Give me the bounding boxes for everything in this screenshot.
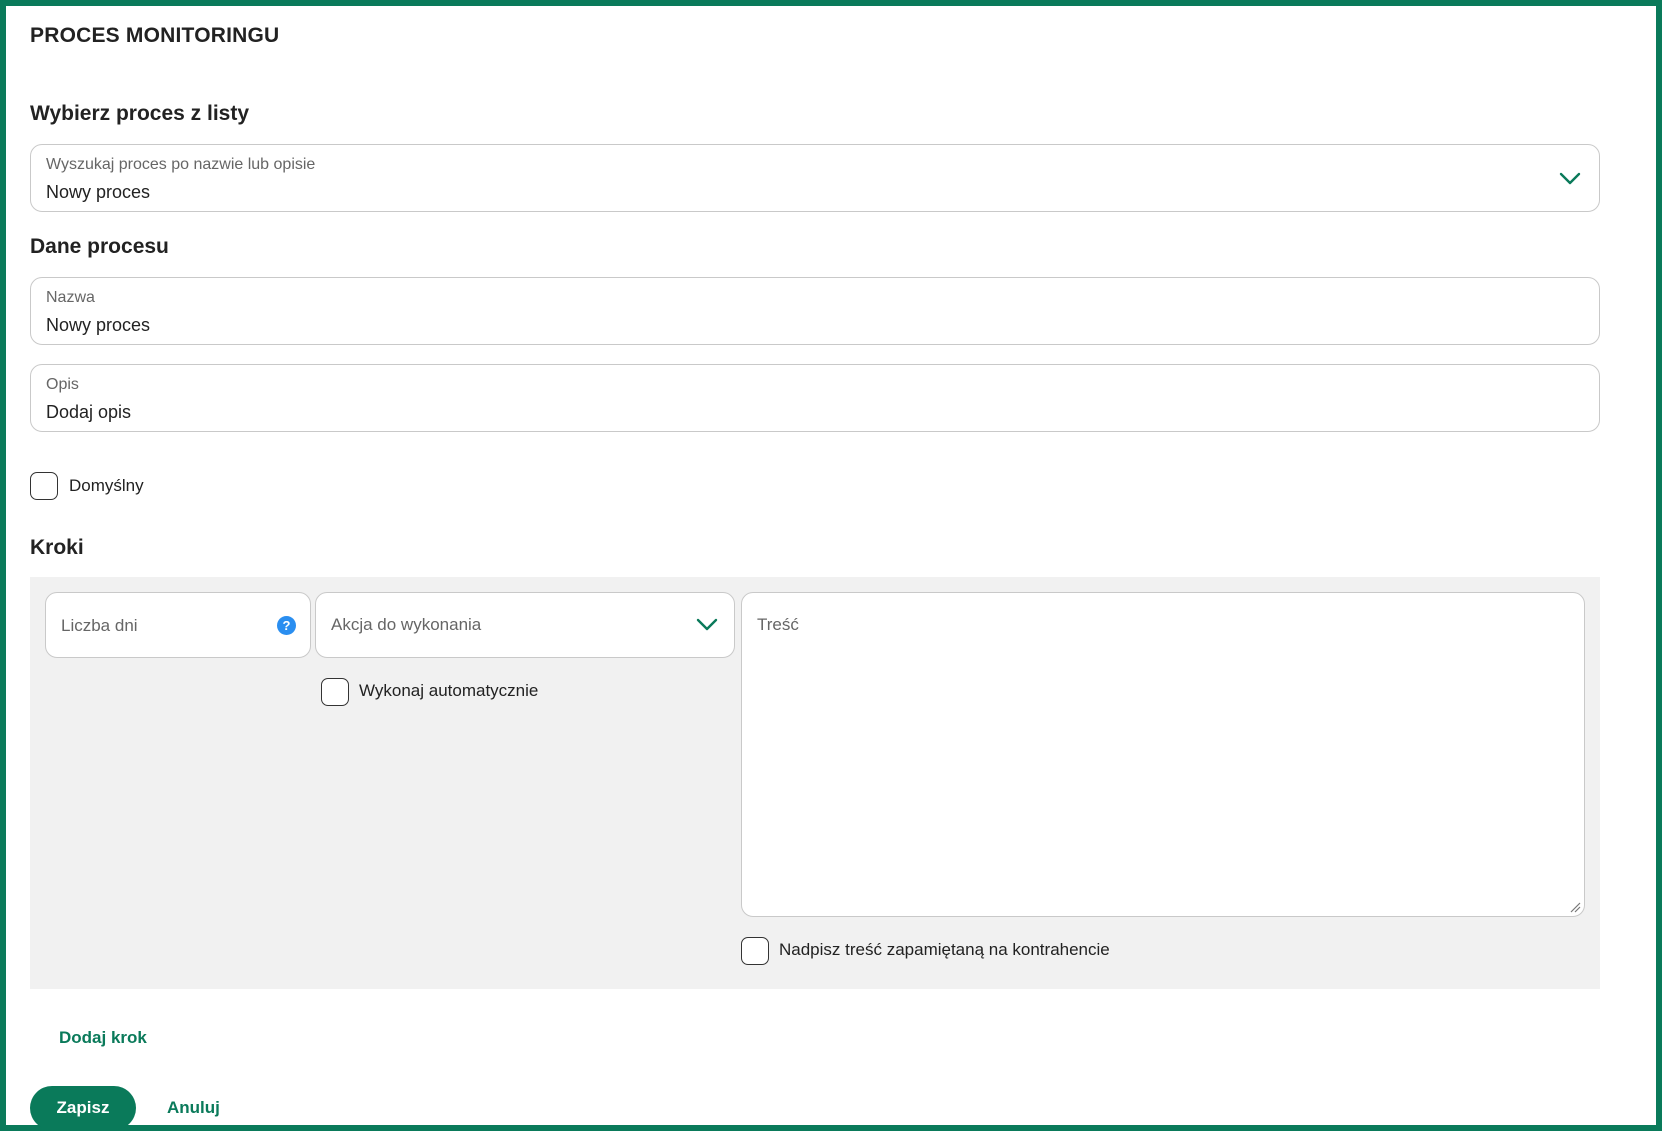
select-process-heading: Wybierz proces z listy <box>30 102 250 125</box>
process-name-field[interactable]: Nazwa Nowy proces <box>30 277 1600 345</box>
steps-panel: Liczba dni ? Akcja do wykonania Wykonaj … <box>30 577 1600 989</box>
auto-execute-label: Wykonaj automatycznie <box>359 681 539 700</box>
process-search-label: Wyszukaj proces po nazwie lub opisie <box>46 156 316 173</box>
save-button[interactable]: Zapisz <box>30 1086 136 1130</box>
override-content-label: Nadpisz treść zapamiętaną na kontrahenci… <box>779 940 1110 959</box>
add-step-link[interactable]: Dodaj krok <box>59 1028 147 1048</box>
auto-execute-checkbox[interactable] <box>321 678 349 706</box>
content-textarea[interactable]: Treść <box>741 592 1585 917</box>
process-name-label: Nazwa <box>46 289 95 306</box>
process-data-heading: Dane procesu <box>30 235 169 258</box>
page-frame: PROCES MONITORINGU Wybierz proces z list… <box>0 0 1662 1131</box>
process-description-field[interactable]: Opis Dodaj opis <box>30 364 1600 432</box>
content-textarea-placeholder: Treść <box>757 615 799 634</box>
process-description-label: Opis <box>46 376 79 393</box>
default-checkbox[interactable] <box>30 472 58 500</box>
override-content-checkbox[interactable] <box>741 937 769 965</box>
process-name-value: Nowy proces <box>46 315 151 335</box>
page-title: PROCES MONITORINGU <box>30 24 280 47</box>
steps-heading: Kroki <box>30 536 84 559</box>
action-select[interactable]: Akcja do wykonania <box>315 592 735 658</box>
cancel-link[interactable]: Anuluj <box>167 1098 220 1118</box>
chevron-down-icon[interactable] <box>1559 172 1581 186</box>
help-icon[interactable]: ? <box>277 616 296 635</box>
process-description-value: Dodaj opis <box>46 402 132 422</box>
default-checkbox-label: Domyślny <box>69 476 144 495</box>
days-count-input[interactable]: Liczba dni ? <box>45 592 311 658</box>
resize-handle-icon[interactable] <box>1569 901 1581 913</box>
chevron-down-icon[interactable] <box>696 618 718 632</box>
process-search-value: Nowy proces <box>46 182 151 202</box>
days-count-placeholder: Liczba dni <box>61 616 138 635</box>
process-search-select[interactable]: Wyszukaj proces po nazwie lub opisie Now… <box>30 144 1600 212</box>
action-select-placeholder: Akcja do wykonania <box>331 615 482 634</box>
